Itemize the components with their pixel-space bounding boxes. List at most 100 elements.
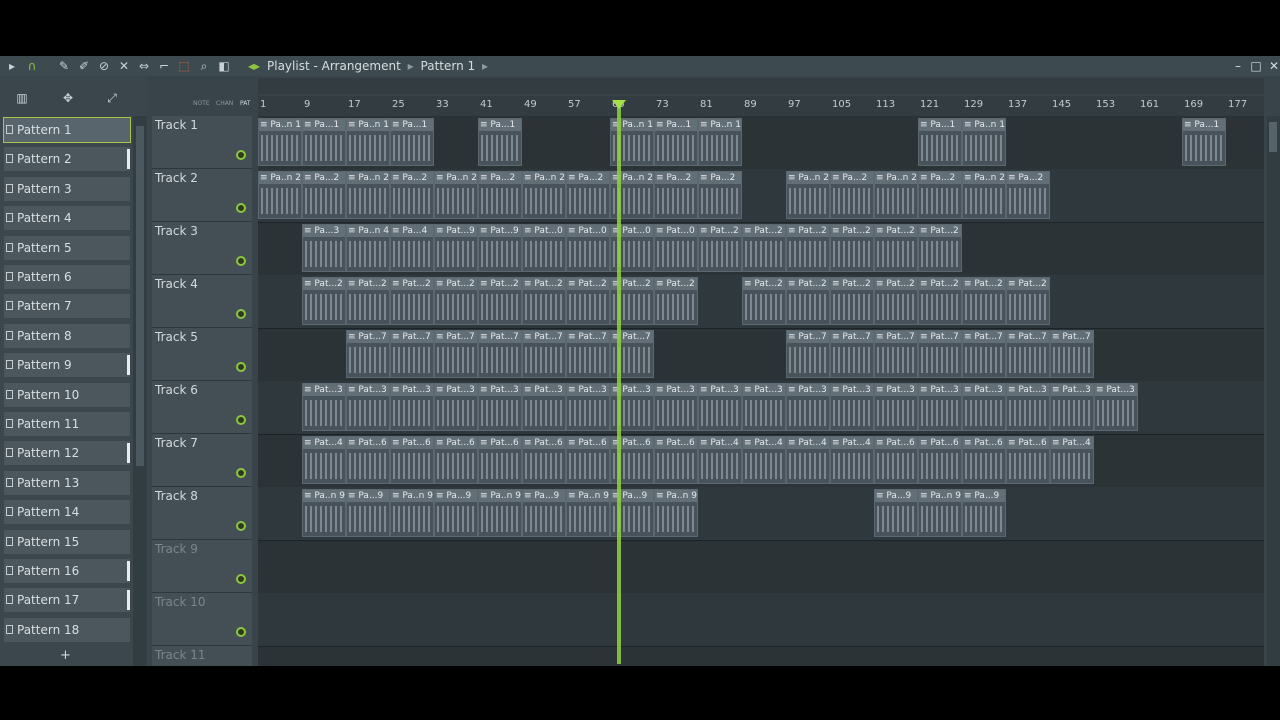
magnet-icon[interactable]: ∩ <box>24 58 40 74</box>
track-header[interactable]: Track 8 <box>152 487 252 540</box>
pattern-clip[interactable]: ≡ Pat...7 <box>962 330 1006 378</box>
pattern-item[interactable]: Pattern 9 <box>4 353 130 378</box>
track-header[interactable]: Track 2 <box>152 169 252 222</box>
pattern-clip[interactable]: ≡ Pa...2 <box>830 171 874 219</box>
pattern-clip[interactable]: ≡ Pat...3 <box>346 383 390 431</box>
pattern-clip[interactable]: ≡ Pa...9 <box>434 489 478 537</box>
timeline-ruler[interactable]: 1917253341495765738189971051131211291371… <box>258 96 1264 116</box>
pattern-clip[interactable]: ≡ Pat...3 <box>962 383 1006 431</box>
track-mute-led-icon[interactable] <box>236 309 246 319</box>
track-mute-led-icon[interactable] <box>236 203 246 213</box>
pattern-clip[interactable]: ≡ Pat...7 <box>1050 330 1094 378</box>
track-header[interactable]: Track 10 <box>152 593 252 646</box>
pattern-clip[interactable]: ≡ Pat...7 <box>1006 330 1050 378</box>
play-arrangement-icon[interactable]: ◂▸ <box>246 58 262 74</box>
pattern-clip[interactable]: ≡ Pa...9 <box>346 489 390 537</box>
pattern-clip[interactable]: ≡ Pat...3 <box>698 383 742 431</box>
delete-icon[interactable]: ⊘ <box>96 58 112 74</box>
pattern-clip[interactable]: ≡ Pat...4 <box>786 436 830 484</box>
pattern-clip[interactable]: ≡ Pat...2 <box>742 224 786 272</box>
title-pattern[interactable]: Pattern 1 <box>421 59 476 73</box>
pattern-clip[interactable]: ≡ Pa..n 9 <box>566 489 610 537</box>
pattern-clip[interactable]: ≡ Pat...6 <box>1006 436 1050 484</box>
track-lane[interactable] <box>258 593 1264 647</box>
track-lane[interactable] <box>258 646 1264 666</box>
pattern-clip[interactable]: ≡ Pat...6 <box>346 436 390 484</box>
pattern-clip[interactable]: ≡ Pa..n 9 <box>918 489 962 537</box>
pattern-clip[interactable]: ≡ Pat...2 <box>566 277 610 325</box>
pattern-item[interactable]: Pattern 7 <box>4 294 130 319</box>
pattern-clip[interactable]: ≡ Pat...6 <box>654 436 698 484</box>
pattern-clip[interactable]: ≡ Pa...1 <box>302 118 346 166</box>
pattern-clip[interactable]: ≡ Pat...4 <box>830 436 874 484</box>
pattern-clip[interactable]: ≡ Pa...1 <box>390 118 434 166</box>
pattern-clip[interactable]: ≡ Pa..n 1 <box>698 118 742 166</box>
pattern-clip[interactable]: ≡ Pat...7 <box>390 330 434 378</box>
pattern-item[interactable]: Pattern 13 <box>4 470 130 495</box>
pattern-clip[interactable]: ≡ Pa..n 2 <box>786 171 830 219</box>
pattern-clip[interactable]: ≡ Pat...4 <box>302 436 346 484</box>
track-header[interactable]: Track 3 <box>152 222 252 275</box>
pattern-clip[interactable]: ≡ Pa...1 <box>1182 118 1226 166</box>
minimize-button[interactable]: – <box>1230 58 1246 74</box>
pattern-clip[interactable]: ≡ Pat...4 <box>698 436 742 484</box>
pattern-clip[interactable]: ≡ Pat...2 <box>830 277 874 325</box>
pattern-clip[interactable]: ≡ Pat...3 <box>434 383 478 431</box>
pattern-item[interactable]: Pattern 11 <box>4 412 130 436</box>
vertical-scrollbar[interactable] <box>1267 116 1280 666</box>
overview-strip[interactable] <box>258 78 1264 94</box>
pattern-clip[interactable]: ≡ Pat...6 <box>478 436 522 484</box>
pattern-clip[interactable]: ≡ Pa..n 2 <box>962 171 1006 219</box>
track-header[interactable]: Track 4 <box>152 275 252 328</box>
pattern-clip[interactable]: ≡ Pat...7 <box>566 330 610 378</box>
pattern-clip[interactable]: ≡ Pat...3 <box>1050 383 1094 431</box>
pattern-clip[interactable]: ≡ Pat...6 <box>566 436 610 484</box>
track-mute-led-icon[interactable] <box>236 627 246 637</box>
pattern-clip[interactable]: ≡ Pa...1 <box>918 118 962 166</box>
pattern-clip[interactable]: ≡ Pat...7 <box>478 330 522 378</box>
pattern-clip[interactable]: ≡ Pat...3 <box>302 383 346 431</box>
pattern-clip[interactable]: ≡ Pat...7 <box>830 330 874 378</box>
pattern-clip[interactable]: ≡ Pa..n 1 <box>962 118 1006 166</box>
track-header[interactable]: Track 6 <box>152 381 252 434</box>
pattern-clip[interactable]: ≡ Pa..n 9 <box>478 489 522 537</box>
pattern-clip[interactable]: ≡ Pa..n 9 <box>302 489 346 537</box>
pattern-clip[interactable]: ≡ Pat...3 <box>1006 383 1050 431</box>
track-mute-led-icon[interactable] <box>236 521 246 531</box>
pattern-clip[interactable]: ≡ Pat...3 <box>654 383 698 431</box>
pattern-clip[interactable]: ≡ Pa...4 <box>390 224 434 272</box>
menu-arrow-icon[interactable]: ▸ <box>4 58 20 74</box>
track-mute-led-icon[interactable] <box>236 362 246 372</box>
pattern-clip[interactable]: ≡ Pa...9 <box>874 489 918 537</box>
pattern-clip[interactable]: ≡ Pa..n 1 <box>346 118 390 166</box>
track-header[interactable]: Track 1 <box>152 116 252 169</box>
pattern-clip[interactable]: ≡ Pat...2 <box>302 277 346 325</box>
track-header[interactable]: Track 7 <box>152 434 252 487</box>
pattern-clip[interactable]: ≡ Pa...2 <box>478 171 522 219</box>
pattern-clip[interactable]: ≡ Pat...2 <box>742 277 786 325</box>
track-mute-led-icon[interactable] <box>236 150 246 160</box>
pattern-clip[interactable]: ≡ Pat...2 <box>874 224 918 272</box>
pencil-icon[interactable]: ✎ <box>56 58 72 74</box>
pattern-clip[interactable]: ≡ Pat...6 <box>390 436 434 484</box>
pattern-clip[interactable]: ≡ Pat...7 <box>874 330 918 378</box>
pattern-clip[interactable]: ≡ Pat...2 <box>786 277 830 325</box>
pattern-clip[interactable]: ≡ Pa..n 1 <box>258 118 302 166</box>
pattern-clip[interactable]: ≡ Pat...2 <box>786 224 830 272</box>
pattern-clip[interactable]: ≡ Pat...7 <box>434 330 478 378</box>
pattern-clip[interactable]: ≡ Pat...6 <box>962 436 1006 484</box>
pattern-clip[interactable]: ≡ Pa..n 9 <box>654 489 698 537</box>
pattern-clip[interactable]: ≡ Pat...7 <box>918 330 962 378</box>
track-header[interactable]: Track 11 <box>152 646 252 666</box>
pattern-clip[interactable]: ≡ Pa..n 2 <box>346 171 390 219</box>
pattern-clip[interactable]: ≡ Pat...2 <box>962 277 1006 325</box>
pattern-clip[interactable]: ≡ Pat...2 <box>830 224 874 272</box>
pattern-clip[interactable]: ≡ Pat...6 <box>434 436 478 484</box>
pattern-clip[interactable]: ≡ Pat...2 <box>1006 277 1050 325</box>
pattern-clip[interactable]: ≡ Pat...3 <box>830 383 874 431</box>
pattern-clip[interactable]: ≡ Pat...3 <box>1094 383 1138 431</box>
pattern-clip[interactable]: ≡ Pat...6 <box>918 436 962 484</box>
ruler-pat-label[interactable]: PAT <box>240 100 251 107</box>
pattern-item[interactable]: Pattern 15 <box>4 529 130 554</box>
pattern-item[interactable]: Pattern 4 <box>4 206 130 231</box>
